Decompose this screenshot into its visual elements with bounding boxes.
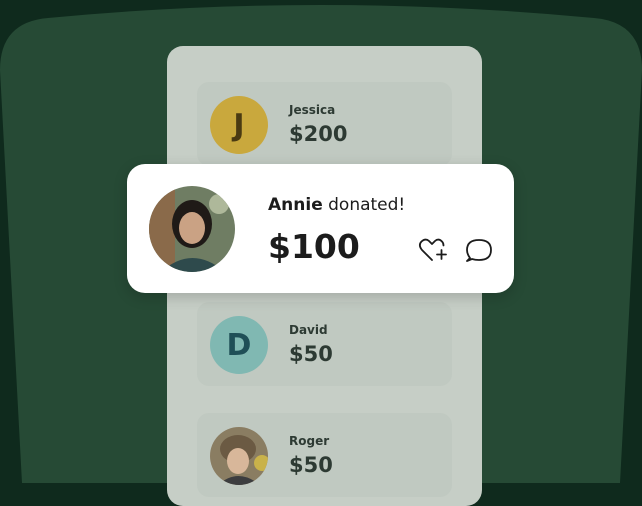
avatar-initial: D — [226, 327, 252, 363]
donation-card-jessica: J Jessica $200 — [197, 82, 452, 166]
like-button[interactable] — [417, 234, 449, 266]
donation-amount: $100 — [268, 227, 360, 266]
avatar-photo — [149, 186, 235, 272]
donor-name: Annie — [268, 195, 323, 215]
donation-action: donated! — [328, 195, 406, 215]
featured-donation-card: Annie donated! $100 — [127, 164, 514, 293]
donation-message: Annie donated! — [268, 195, 405, 215]
avatar: J — [210, 96, 268, 154]
comment-button[interactable] — [463, 234, 495, 266]
donation-card-roger: Roger $50 — [197, 413, 452, 497]
donation-amount: $50 — [289, 342, 333, 366]
donor-name: David — [289, 323, 328, 337]
avatar: D — [210, 316, 268, 374]
donor-name: Roger — [289, 434, 330, 448]
donation-amount: $50 — [289, 453, 333, 477]
avatar-photo — [210, 427, 268, 485]
donor-name: Jessica — [289, 103, 336, 117]
donation-card-david: D David $50 — [197, 302, 452, 386]
avatar-initial: J — [233, 107, 245, 143]
heart-plus-icon — [418, 238, 447, 261]
donation-amount: $200 — [289, 122, 348, 146]
comment-icon — [466, 239, 492, 262]
